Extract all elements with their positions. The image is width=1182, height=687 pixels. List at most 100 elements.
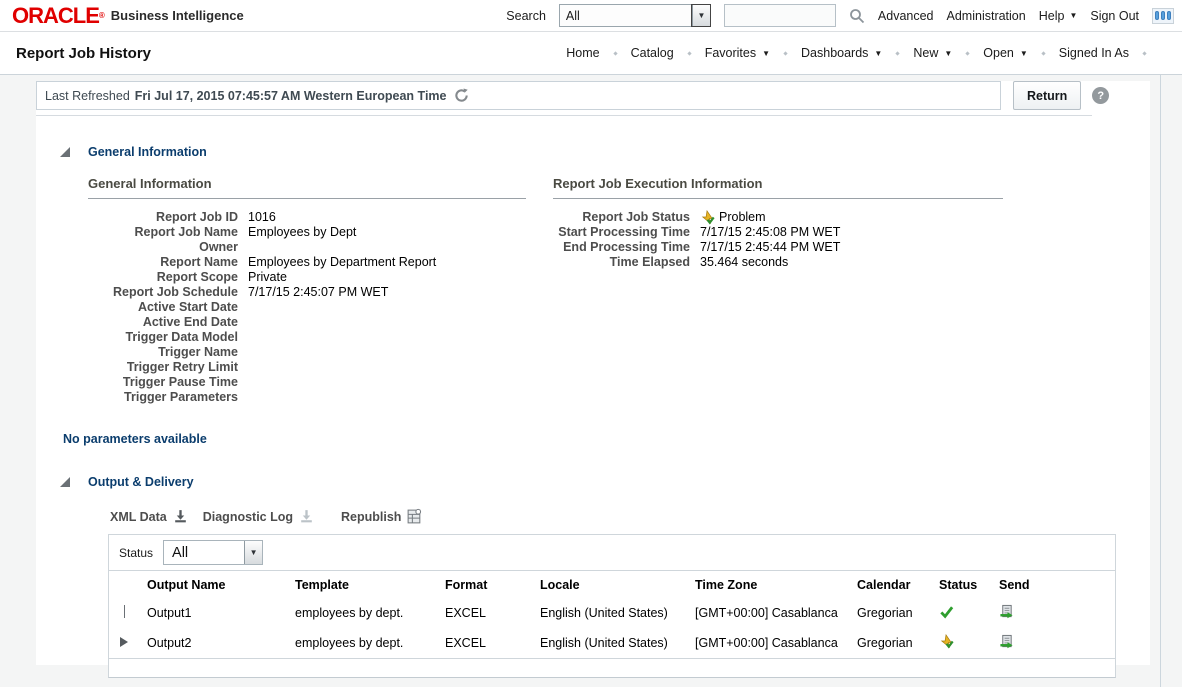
chevron-down-icon: ▼: [944, 48, 953, 58]
cell-format: EXCEL: [445, 606, 486, 620]
scrollbar-track[interactable]: [1160, 75, 1161, 687]
chevron-down-icon: ▼: [762, 48, 771, 58]
nav-catalog[interactable]: Catalog: [627, 46, 678, 60]
report-job-status-value: Problem: [719, 210, 766, 224]
republish-icon[interactable]: [406, 508, 423, 525]
republish-action[interactable]: Republish: [341, 508, 423, 525]
download-icon[interactable]: [172, 508, 189, 525]
last-refreshed-timestamp: Fri Jul 17, 2015 07:45:57 AM Western Eur…: [134, 88, 447, 103]
search-icon[interactable]: [849, 8, 865, 24]
field-owner: Owner: [199, 240, 238, 254]
field-active-end-date: Active End Date: [142, 315, 238, 329]
cell-time-zone: [GMT+00:00] Casablanca: [695, 636, 838, 650]
advanced-link[interactable]: Advanced: [878, 9, 934, 23]
sign-out-link[interactable]: Sign Out: [1090, 9, 1139, 23]
col-time-zone: Time Zone: [695, 578, 758, 592]
general-information-subheader: General Information: [88, 176, 526, 199]
expand-arrow-icon[interactable]: [120, 637, 128, 647]
download-disabled-icon: [301, 510, 312, 523]
nav-dashboards[interactable]: Dashboards ▼: [797, 46, 886, 60]
nav-home[interactable]: Home: [562, 46, 603, 60]
cell-output-name: Output1: [147, 606, 192, 620]
col-template: Template: [295, 578, 349, 592]
field-trigger-parameters: Trigger Parameters: [124, 390, 238, 404]
cell-send[interactable]: [991, 598, 1051, 628]
output-table-container: Status All ▼ Output Name Template Format…: [108, 534, 1116, 678]
col-send: Send: [999, 578, 1030, 592]
col-calendar: Calendar: [857, 578, 911, 592]
page-header: Report Job History Home Catalog Favorite…: [0, 32, 1182, 75]
cell-output-name: Output2: [147, 636, 192, 650]
search-scope-select[interactable]: All ▼: [558, 4, 711, 27]
field-time-elapsed: Time Elapsed 35.464 seconds: [609, 255, 789, 269]
status-filter-select[interactable]: All ▼: [163, 540, 264, 565]
field-report-name: Report Name Employees by Department Repor…: [160, 255, 437, 269]
administration-link[interactable]: Administration: [947, 9, 1026, 23]
registered-mark: ®: [98, 10, 105, 20]
chevron-down-icon: ▼: [874, 48, 883, 58]
field-trigger-data-model: Trigger Data Model: [125, 330, 238, 344]
col-format: Format: [445, 578, 488, 592]
separator: [895, 50, 900, 56]
help-menu[interactable]: Help ▼: [1039, 9, 1078, 23]
nav-open[interactable]: Open ▼: [979, 46, 1032, 60]
success-icon: [940, 606, 954, 619]
cell-format: EXCEL: [445, 636, 486, 650]
field-start-processing-time: Start Processing Time 7/17/15 2:45:08 PM …: [558, 225, 841, 239]
send-icon[interactable]: [999, 634, 1014, 649]
collapse-triangle-icon[interactable]: [60, 147, 70, 157]
general-information-section-header[interactable]: General Information: [60, 145, 1150, 159]
no-parameters-text: No parameters available: [63, 432, 207, 446]
output-table: Output Name Template Format Locale Time …: [109, 571, 1051, 658]
cell-status: [931, 628, 991, 658]
execution-information-subheader: Report Job Execution Information: [553, 176, 1003, 199]
diagnostic-log-action[interactable]: Diagnostic Log: [203, 508, 315, 525]
chevron-down-icon[interactable]: ▼: [244, 541, 263, 564]
problem-icon: [940, 633, 954, 649]
page-title: Report Job History: [16, 44, 152, 62]
problem-icon: [701, 210, 715, 225]
field-active-start-date: Active Start Date: [137, 300, 238, 314]
separator: [1142, 50, 1147, 56]
output-delivery-section-header[interactable]: Output & Delivery: [60, 475, 1150, 489]
collapse-triangle-icon[interactable]: [60, 477, 70, 487]
return-button[interactable]: Return: [1013, 81, 1082, 110]
send-icon[interactable]: [999, 604, 1014, 619]
separator: [1041, 50, 1046, 56]
separator: [612, 50, 618, 56]
cell-calendar: Gregorian: [857, 606, 913, 620]
table-row[interactable]: Output2 employees by dept. EXCEL English…: [109, 628, 1051, 658]
oracle-logo: ORACLE®: [12, 2, 105, 28]
last-refreshed-bar: Last Refreshed Fri Jul 17, 2015 07:45:57…: [36, 81, 1001, 110]
search-input[interactable]: [723, 4, 836, 27]
chevron-down-icon[interactable]: ▼: [690, 4, 711, 27]
col-output-name: Output Name: [147, 578, 226, 592]
separator: [687, 50, 692, 56]
table-row[interactable]: Output1 employees by dept. EXCEL English…: [109, 598, 1051, 628]
field-trigger-name: Trigger Name: [158, 345, 238, 359]
signed-in-as[interactable]: Signed In As: [1055, 46, 1133, 60]
refresh-icon[interactable]: [454, 88, 469, 103]
output-toolbar: XML Data Diagnostic Log Republish: [110, 508, 1150, 525]
field-trigger-pause-time: Trigger Pause Time: [122, 375, 238, 389]
nav-favorites[interactable]: Favorites ▼: [701, 46, 774, 60]
status-filter-row: Status All ▼: [109, 535, 1115, 571]
nav-new[interactable]: New ▼: [909, 46, 956, 60]
cell-locale: English (United States): [540, 606, 668, 620]
row-expander[interactable]: [109, 628, 139, 658]
row-selector[interactable]: [109, 598, 139, 628]
col-status: Status: [939, 578, 978, 592]
cell-send[interactable]: [991, 628, 1051, 658]
global-header: ORACLE® Business Intelligence Search All…: [0, 0, 1182, 32]
cell-locale: English (United States): [540, 636, 668, 650]
table-header-row: Output Name Template Format Locale Time …: [109, 571, 1051, 598]
chevron-down-icon: ▼: [1069, 11, 1078, 20]
cell-template: employees by dept.: [295, 636, 404, 650]
field-trigger-retry-limit: Trigger Retry Limit: [126, 360, 238, 374]
divider: [36, 115, 1092, 116]
last-refreshed-label: Last Refreshed: [45, 88, 130, 103]
help-icon[interactable]: ?: [1092, 87, 1110, 104]
xml-data-action[interactable]: XML Data: [110, 508, 189, 525]
cell-status: [931, 598, 991, 628]
chevron-down-icon: ▼: [1019, 48, 1028, 58]
